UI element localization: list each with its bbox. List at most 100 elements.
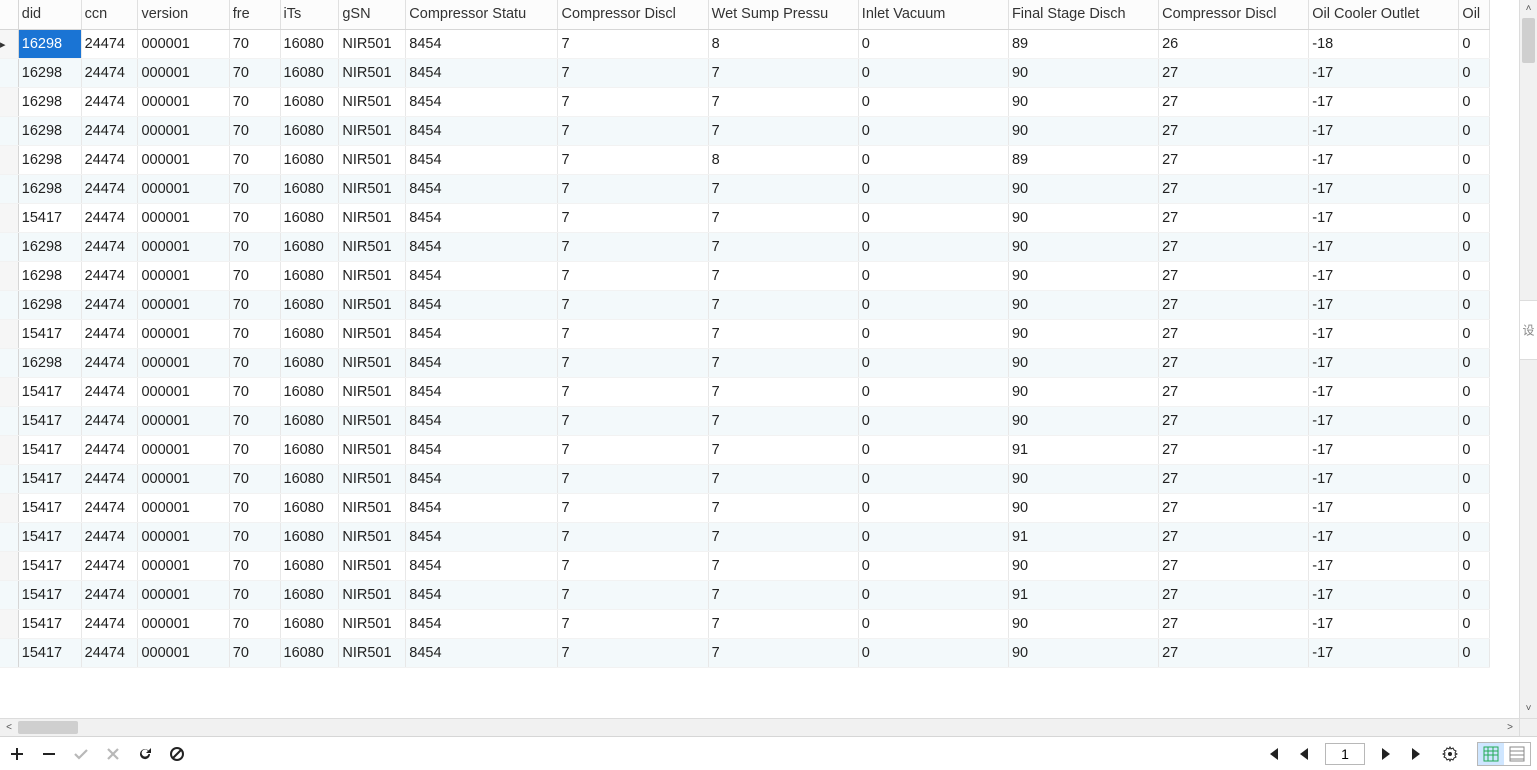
cell-ccn[interactable]: 24474 (81, 174, 138, 203)
table-row[interactable]: 15417244740000017016080NIR50184547709127… (0, 522, 1490, 551)
side-ribbon-tab[interactable]: 设 (1519, 300, 1537, 360)
cell-cdisc2[interactable]: 27 (1159, 58, 1309, 87)
cell-fre[interactable]: 70 (229, 145, 280, 174)
cell-oil[interactable]: 0 (1459, 493, 1490, 522)
cell-its[interactable]: 16080 (280, 290, 339, 319)
row-marker[interactable] (0, 406, 18, 435)
cell-fstage[interactable]: 90 (1008, 464, 1158, 493)
cell-fre[interactable]: 70 (229, 348, 280, 377)
cell-cdisc2[interactable]: 27 (1159, 145, 1309, 174)
cell-cdisc2[interactable]: 27 (1159, 406, 1309, 435)
cell-inlet[interactable]: 0 (858, 493, 1008, 522)
cell-version[interactable]: 000001 (138, 203, 229, 232)
cell-inlet[interactable]: 0 (858, 638, 1008, 667)
cell-oil[interactable]: 0 (1459, 348, 1490, 377)
cell-cdisc1[interactable]: 7 (558, 261, 708, 290)
row-marker[interactable] (0, 348, 18, 377)
row-marker[interactable] (0, 319, 18, 348)
cell-inlet[interactable]: 0 (858, 203, 1008, 232)
cell-oil[interactable]: 0 (1459, 464, 1490, 493)
cell-oilout[interactable]: -17 (1309, 232, 1459, 261)
cell-did[interactable]: 15417 (18, 580, 81, 609)
cell-fre[interactable]: 70 (229, 261, 280, 290)
cell-oil[interactable]: 0 (1459, 609, 1490, 638)
cell-cstat[interactable]: 8454 (406, 377, 558, 406)
cell-oilout[interactable]: -18 (1309, 29, 1459, 58)
cell-wsump[interactable]: 7 (708, 290, 858, 319)
cell-its[interactable]: 16080 (280, 493, 339, 522)
cell-gsn[interactable]: NIR501 (339, 348, 406, 377)
cell-version[interactable]: 000001 (138, 522, 229, 551)
cell-oilout[interactable]: -17 (1309, 406, 1459, 435)
cell-inlet[interactable]: 0 (858, 348, 1008, 377)
cell-ccn[interactable]: 24474 (81, 609, 138, 638)
cell-oil[interactable]: 0 (1459, 174, 1490, 203)
cell-wsump[interactable]: 7 (708, 464, 858, 493)
cell-oilout[interactable]: -17 (1309, 261, 1459, 290)
cell-cdisc1[interactable]: 7 (558, 580, 708, 609)
row-marker[interactable] (0, 493, 18, 522)
cell-cstat[interactable]: 8454 (406, 174, 558, 203)
cell-cdisc2[interactable]: 27 (1159, 377, 1309, 406)
cell-inlet[interactable]: 0 (858, 609, 1008, 638)
cell-wsump[interactable]: 7 (708, 609, 858, 638)
cell-fre[interactable]: 70 (229, 116, 280, 145)
scroll-left-icon[interactable]: ˂ (0, 719, 18, 736)
cell-cstat[interactable]: 8454 (406, 29, 558, 58)
cell-cdisc2[interactable]: 27 (1159, 116, 1309, 145)
hscroll-thumb[interactable] (18, 721, 78, 734)
cell-its[interactable]: 16080 (280, 377, 339, 406)
cell-inlet[interactable]: 0 (858, 29, 1008, 58)
cell-fre[interactable]: 70 (229, 522, 280, 551)
last-page-button[interactable] (1407, 743, 1429, 765)
cell-oil[interactable]: 0 (1459, 551, 1490, 580)
cell-fstage[interactable]: 90 (1008, 638, 1158, 667)
cell-gsn[interactable]: NIR501 (339, 638, 406, 667)
cell-ccn[interactable]: 24474 (81, 232, 138, 261)
cell-cstat[interactable]: 8454 (406, 406, 558, 435)
cell-oilout[interactable]: -17 (1309, 609, 1459, 638)
cell-inlet[interactable]: 0 (858, 522, 1008, 551)
table-row[interactable]: 15417244740000017016080NIR50184547709127… (0, 435, 1490, 464)
cell-oil[interactable]: 0 (1459, 522, 1490, 551)
cell-wsump[interactable]: 7 (708, 522, 858, 551)
cell-ccn[interactable]: 24474 (81, 435, 138, 464)
cell-oilout[interactable]: -17 (1309, 116, 1459, 145)
cell-wsump[interactable]: 7 (708, 377, 858, 406)
table-row[interactable]: 16298244740000017016080NIR50184547709027… (0, 348, 1490, 377)
table-row[interactable]: 15417244740000017016080NIR50184547709027… (0, 638, 1490, 667)
cell-oil[interactable]: 0 (1459, 435, 1490, 464)
table-row[interactable]: 16298244740000017016080NIR50184547709027… (0, 174, 1490, 203)
cell-version[interactable]: 000001 (138, 580, 229, 609)
cell-its[interactable]: 16080 (280, 522, 339, 551)
cell-did[interactable]: 15417 (18, 551, 81, 580)
cell-did[interactable]: 16298 (18, 348, 81, 377)
cell-inlet[interactable]: 0 (858, 290, 1008, 319)
cell-did[interactable]: 16298 (18, 116, 81, 145)
cell-inlet[interactable]: 0 (858, 406, 1008, 435)
cell-oilout[interactable]: -17 (1309, 174, 1459, 203)
cell-cdisc1[interactable]: 7 (558, 174, 708, 203)
cell-version[interactable]: 000001 (138, 551, 229, 580)
row-marker[interactable] (0, 551, 18, 580)
cell-cdisc2[interactable]: 26 (1159, 29, 1309, 58)
cell-cstat[interactable]: 8454 (406, 145, 558, 174)
cell-cstat[interactable]: 8454 (406, 319, 558, 348)
cell-cstat[interactable]: 8454 (406, 261, 558, 290)
cell-fre[interactable]: 70 (229, 87, 280, 116)
cell-inlet[interactable]: 0 (858, 232, 1008, 261)
cell-did[interactable]: 15417 (18, 493, 81, 522)
cell-fre[interactable]: 70 (229, 551, 280, 580)
table-row[interactable]: 15417244740000017016080NIR50184547709027… (0, 406, 1490, 435)
row-marker[interactable] (0, 116, 18, 145)
cell-fstage[interactable]: 90 (1008, 319, 1158, 348)
cell-its[interactable]: 16080 (280, 348, 339, 377)
table-row[interactable]: 15417244740000017016080NIR50184547709027… (0, 377, 1490, 406)
cell-fstage[interactable]: 90 (1008, 551, 1158, 580)
cell-gsn[interactable]: NIR501 (339, 203, 406, 232)
cell-cstat[interactable]: 8454 (406, 87, 558, 116)
cell-fre[interactable]: 70 (229, 464, 280, 493)
cell-wsump[interactable]: 7 (708, 58, 858, 87)
cell-wsump[interactable]: 7 (708, 174, 858, 203)
delete-row-button[interactable] (38, 743, 60, 765)
